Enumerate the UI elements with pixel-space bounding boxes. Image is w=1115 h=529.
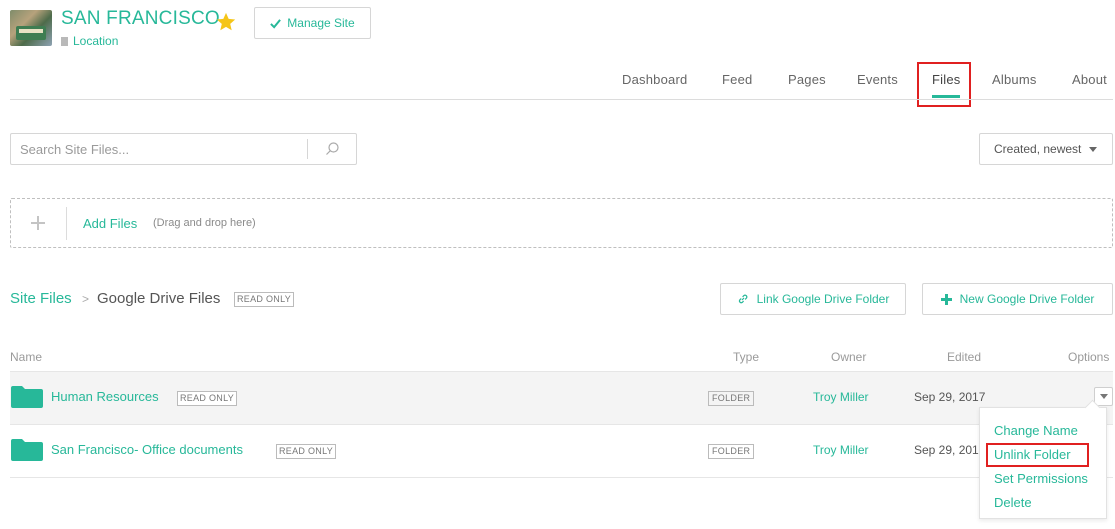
site-thumbnail [10, 10, 52, 46]
breadcrumb-site-files[interactable]: Site Files [10, 290, 72, 307]
site-location[interactable]: Location [61, 34, 118, 48]
plus-icon [940, 293, 952, 305]
folder-name[interactable]: Human Resources [51, 389, 159, 404]
type-badge: FOLDER [708, 444, 755, 459]
drag-drop-hint: (Drag and drop here) [153, 217, 256, 229]
dropzone-divider [66, 207, 67, 240]
new-google-drive-folder-button[interactable]: New Google Drive Folder [922, 283, 1113, 315]
column-header-options: Options [1068, 350, 1110, 364]
tab-about[interactable]: About [1072, 72, 1107, 87]
favorite-star-icon[interactable] [215, 11, 237, 33]
add-files-link[interactable]: Add Files [83, 216, 137, 231]
read-only-badge: READ ONLY [177, 391, 238, 406]
breadcrumb-separator: > [82, 292, 90, 306]
owner-link[interactable]: Troy Miller [813, 390, 869, 404]
search-divider [307, 139, 308, 159]
location-label: Location [73, 34, 119, 48]
chevron-down-icon [1099, 394, 1108, 399]
link-icon [738, 294, 748, 304]
plus-icon[interactable] [30, 215, 46, 231]
header-divider [10, 99, 1113, 100]
column-header-owner[interactable]: Owner [831, 350, 866, 364]
folder-name[interactable]: San Francisco- Office documents [51, 442, 243, 457]
tab-dashboard[interactable]: Dashboard [622, 72, 687, 87]
link-google-drive-folder-label: Link Google Drive Folder [756, 292, 890, 306]
row-divider [10, 477, 1113, 478]
column-header-name[interactable]: Name [10, 350, 42, 364]
search-icon[interactable] [324, 141, 340, 157]
building-icon [61, 36, 68, 46]
type-badge: FOLDER [708, 391, 755, 406]
manage-site-label: Manage Site [287, 16, 355, 30]
menu-item-delete[interactable]: Delete [994, 495, 1032, 510]
tab-events[interactable]: Events [857, 72, 898, 87]
site-title[interactable]: SAN FRANCISCO [61, 8, 220, 30]
unlink-folder-highlight [986, 443, 1089, 467]
row-divider [10, 371, 1113, 372]
check-icon [270, 18, 282, 29]
link-google-drive-folder-button[interactable]: Link Google Drive Folder [720, 283, 906, 315]
owner-link[interactable]: Troy Miller [813, 443, 869, 457]
sort-selected-value: Created, newest [994, 142, 1082, 156]
read-only-badge: READ ONLY [234, 292, 295, 307]
folder-icon [11, 386, 43, 408]
edited-date: Sep 29, 2017 [914, 390, 986, 404]
files-tab-highlight [917, 62, 971, 107]
column-header-type[interactable]: Type [733, 350, 759, 364]
search-input[interactable] [11, 134, 306, 164]
breadcrumb-current: Google Drive Files [97, 290, 221, 307]
tab-albums[interactable]: Albums [992, 72, 1037, 87]
tab-pages[interactable]: Pages [788, 72, 826, 87]
edited-date: Sep 29, 201 [914, 443, 979, 457]
new-google-drive-folder-label: New Google Drive Folder [959, 292, 1095, 306]
sort-select[interactable]: Created, newest [979, 133, 1113, 165]
folder-icon [11, 439, 43, 461]
menu-item-set-permissions[interactable]: Set Permissions [994, 471, 1088, 486]
tab-feed[interactable]: Feed [722, 72, 752, 87]
menu-item-change-name[interactable]: Change Name [994, 423, 1078, 438]
chevron-down-icon [1089, 146, 1098, 152]
read-only-badge: READ ONLY [276, 444, 337, 459]
manage-site-button[interactable]: Manage Site [254, 7, 371, 39]
column-header-edited[interactable]: Edited [947, 350, 981, 364]
search-box [10, 133, 357, 165]
